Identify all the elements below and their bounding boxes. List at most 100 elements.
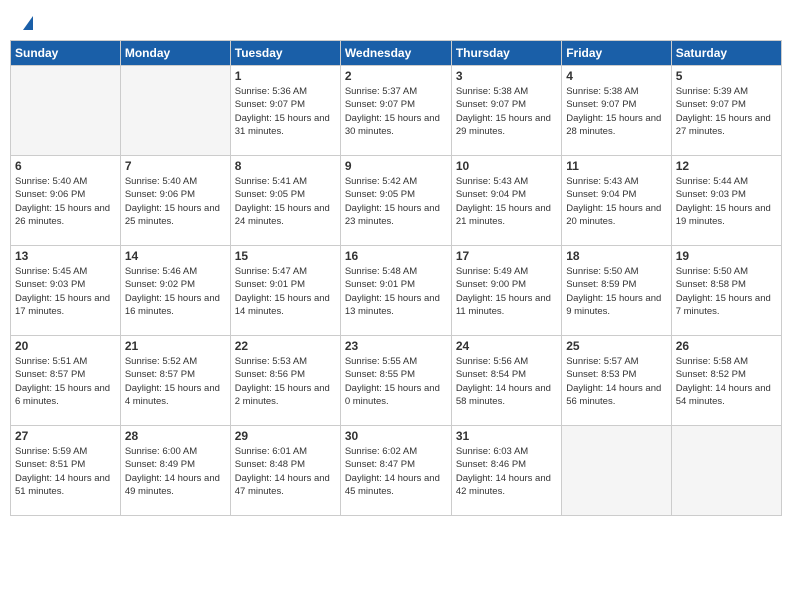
day-number: 14: [125, 249, 226, 263]
calendar-week-3: 13Sunrise: 5:45 AM Sunset: 9:03 PM Dayli…: [11, 246, 782, 336]
day-info: Sunrise: 5:40 AM Sunset: 9:06 PM Dayligh…: [15, 175, 116, 228]
day-info: Sunrise: 6:01 AM Sunset: 8:48 PM Dayligh…: [235, 445, 336, 498]
calendar-day-cell: [120, 66, 230, 156]
day-number: 29: [235, 429, 336, 443]
day-number: 26: [676, 339, 777, 353]
calendar-day-cell: 21 Sunrise: 5:52 AM Sunset: 8:57 PM Dayli…: [120, 336, 230, 426]
calendar-day-cell: 5 Sunrise: 5:39 AM Sunset: 9:07 PM Daylig…: [671, 66, 781, 156]
day-number: 30: [345, 429, 447, 443]
calendar-day-cell: 26 Sunrise: 5:58 AM Sunset: 8:52 PM Dayli…: [671, 336, 781, 426]
calendar-day-cell: 30 Sunrise: 6:02 AM Sunset: 8:47 PM Dayli…: [340, 426, 451, 516]
day-info: Sunrise: 5:52 AM Sunset: 8:57 PM Dayligh…: [125, 355, 226, 408]
day-number: 23: [345, 339, 447, 353]
calendar-day-cell: 15Sunrise: 5:47 AM Sunset: 9:01 PM Dayli…: [230, 246, 340, 336]
calendar-day-cell: 14 Sunrise: 5:46 AM Sunset: 9:02 PM Dayli…: [120, 246, 230, 336]
day-info: Sunrise: 5:38 AM Sunset: 9:07 PM Dayligh…: [456, 85, 557, 138]
day-number: 31: [456, 429, 557, 443]
calendar-day-cell: 2 Sunrise: 5:37 AM Sunset: 9:07 PM Daylig…: [340, 66, 451, 156]
calendar-day-cell: 1 Sunrise: 5:36 AM Sunset: 9:07 PM Daylig…: [230, 66, 340, 156]
calendar-day-cell: 8 Sunrise: 5:41 AM Sunset: 9:05 PM Daylig…: [230, 156, 340, 246]
logo-icon: [23, 16, 33, 30]
day-number: 25: [566, 339, 666, 353]
day-number: 11: [566, 159, 666, 173]
day-info: Sunrise: 5:43 AM Sunset: 9:04 PM Dayligh…: [566, 175, 666, 228]
calendar-day-cell: 16 Sunrise: 5:48 AM Sunset: 9:01 PM Dayli…: [340, 246, 451, 336]
day-info: Sunrise: 5:49 AM Sunset: 9:00 PM Dayligh…: [456, 265, 557, 318]
day-number: 16: [345, 249, 447, 263]
day-info: Sunrise: 5:46 AM Sunset: 9:02 PM Dayligh…: [125, 265, 226, 318]
day-info: Sunrise: 5:44 AM Sunset: 9:03 PM Dayligh…: [676, 175, 777, 228]
day-number: 24: [456, 339, 557, 353]
calendar-day-cell: 24 Sunrise: 5:56 AM Sunset: 8:54 PM Dayli…: [451, 336, 561, 426]
day-number: 19: [676, 249, 777, 263]
day-info: Sunrise: 5:42 AM Sunset: 9:05 PM Dayligh…: [345, 175, 447, 228]
calendar-week-1: 1 Sunrise: 5:36 AM Sunset: 9:07 PM Daylig…: [11, 66, 782, 156]
day-info: Sunrise: 5:48 AM Sunset: 9:01 PM Dayligh…: [345, 265, 447, 318]
calendar-week-4: 20Sunrise: 5:51 AM Sunset: 8:57 PM Dayli…: [11, 336, 782, 426]
calendar-day-cell: 31 Sunrise: 6:03 AM Sunset: 8:46 PM Dayli…: [451, 426, 561, 516]
day-info: Sunrise: 5:56 AM Sunset: 8:54 PM Dayligh…: [456, 355, 557, 408]
day-info: Sunrise: 5:36 AM Sunset: 9:07 PM Dayligh…: [235, 85, 336, 138]
calendar-day-cell: 23 Sunrise: 5:55 AM Sunset: 8:55 PM Dayli…: [340, 336, 451, 426]
weekday-header-row: Sunday Monday Tuesday Wednesday Thursday…: [11, 41, 782, 66]
day-number: 18: [566, 249, 666, 263]
header-friday: Friday: [562, 41, 671, 66]
day-number: 3: [456, 69, 557, 83]
day-info: Sunrise: 5:45 AM Sunset: 9:03 PM Dayligh…: [15, 265, 116, 318]
day-number: 6: [15, 159, 116, 173]
day-number: 9: [345, 159, 447, 173]
calendar-day-cell: 13Sunrise: 5:45 AM Sunset: 9:03 PM Dayli…: [11, 246, 121, 336]
day-info: Sunrise: 5:39 AM Sunset: 9:07 PM Dayligh…: [676, 85, 777, 138]
calendar-day-cell: 3 Sunrise: 5:38 AM Sunset: 9:07 PM Daylig…: [451, 66, 561, 156]
day-info: Sunrise: 5:43 AM Sunset: 9:04 PM Dayligh…: [456, 175, 557, 228]
day-number: 1: [235, 69, 336, 83]
day-number: 2: [345, 69, 447, 83]
day-info: Sunrise: 5:57 AM Sunset: 8:53 PM Dayligh…: [566, 355, 666, 408]
logo: [20, 20, 33, 30]
calendar-day-cell: 7 Sunrise: 5:40 AM Sunset: 9:06 PM Daylig…: [120, 156, 230, 246]
calendar-day-cell: 27Sunrise: 5:59 AM Sunset: 8:51 PM Dayli…: [11, 426, 121, 516]
calendar-day-cell: 29 Sunrise: 6:01 AM Sunset: 8:48 PM Dayli…: [230, 426, 340, 516]
day-info: Sunrise: 6:02 AM Sunset: 8:47 PM Dayligh…: [345, 445, 447, 498]
calendar-day-cell: 17 Sunrise: 5:49 AM Sunset: 9:00 PM Dayli…: [451, 246, 561, 336]
day-info: Sunrise: 5:40 AM Sunset: 9:06 PM Dayligh…: [125, 175, 226, 228]
header-monday: Monday: [120, 41, 230, 66]
header-thursday: Thursday: [451, 41, 561, 66]
day-number: 12: [676, 159, 777, 173]
calendar-day-cell: [11, 66, 121, 156]
calendar-day-cell: 11 Sunrise: 5:43 AM Sunset: 9:04 PM Dayli…: [562, 156, 671, 246]
calendar-day-cell: 19 Sunrise: 5:50 AM Sunset: 8:58 PM Dayli…: [671, 246, 781, 336]
calendar-week-5: 27Sunrise: 5:59 AM Sunset: 8:51 PM Dayli…: [11, 426, 782, 516]
day-info: Sunrise: 6:00 AM Sunset: 8:49 PM Dayligh…: [125, 445, 226, 498]
day-info: Sunrise: 5:50 AM Sunset: 8:58 PM Dayligh…: [676, 265, 777, 318]
day-number: 27: [15, 429, 116, 443]
calendar-day-cell: [562, 426, 671, 516]
header-sunday: Sunday: [11, 41, 121, 66]
day-info: Sunrise: 5:41 AM Sunset: 9:05 PM Dayligh…: [235, 175, 336, 228]
day-info: Sunrise: 5:58 AM Sunset: 8:52 PM Dayligh…: [676, 355, 777, 408]
day-info: Sunrise: 5:37 AM Sunset: 9:07 PM Dayligh…: [345, 85, 447, 138]
day-number: 21: [125, 339, 226, 353]
day-info: Sunrise: 5:55 AM Sunset: 8:55 PM Dayligh…: [345, 355, 447, 408]
day-number: 20: [15, 339, 116, 353]
day-number: 17: [456, 249, 557, 263]
calendar-day-cell: 9 Sunrise: 5:42 AM Sunset: 9:05 PM Daylig…: [340, 156, 451, 246]
calendar-day-cell: 25 Sunrise: 5:57 AM Sunset: 8:53 PM Dayli…: [562, 336, 671, 426]
day-number: 8: [235, 159, 336, 173]
day-number: 22: [235, 339, 336, 353]
day-number: 5: [676, 69, 777, 83]
day-info: Sunrise: 5:47 AM Sunset: 9:01 PM Dayligh…: [235, 265, 336, 318]
header-wednesday: Wednesday: [340, 41, 451, 66]
day-info: Sunrise: 6:03 AM Sunset: 8:46 PM Dayligh…: [456, 445, 557, 498]
page-header: [10, 10, 782, 35]
header-saturday: Saturday: [671, 41, 781, 66]
day-number: 7: [125, 159, 226, 173]
day-number: 10: [456, 159, 557, 173]
day-info: Sunrise: 5:53 AM Sunset: 8:56 PM Dayligh…: [235, 355, 336, 408]
header-tuesday: Tuesday: [230, 41, 340, 66]
calendar-week-2: 6 Sunrise: 5:40 AM Sunset: 9:06 PM Daylig…: [11, 156, 782, 246]
calendar-day-cell: 28Sunrise: 6:00 AM Sunset: 8:49 PM Dayli…: [120, 426, 230, 516]
calendar-day-cell: 18Sunrise: 5:50 AM Sunset: 8:59 PM Dayli…: [562, 246, 671, 336]
day-number: 4: [566, 69, 666, 83]
calendar-table: Sunday Monday Tuesday Wednesday Thursday…: [10, 40, 782, 516]
